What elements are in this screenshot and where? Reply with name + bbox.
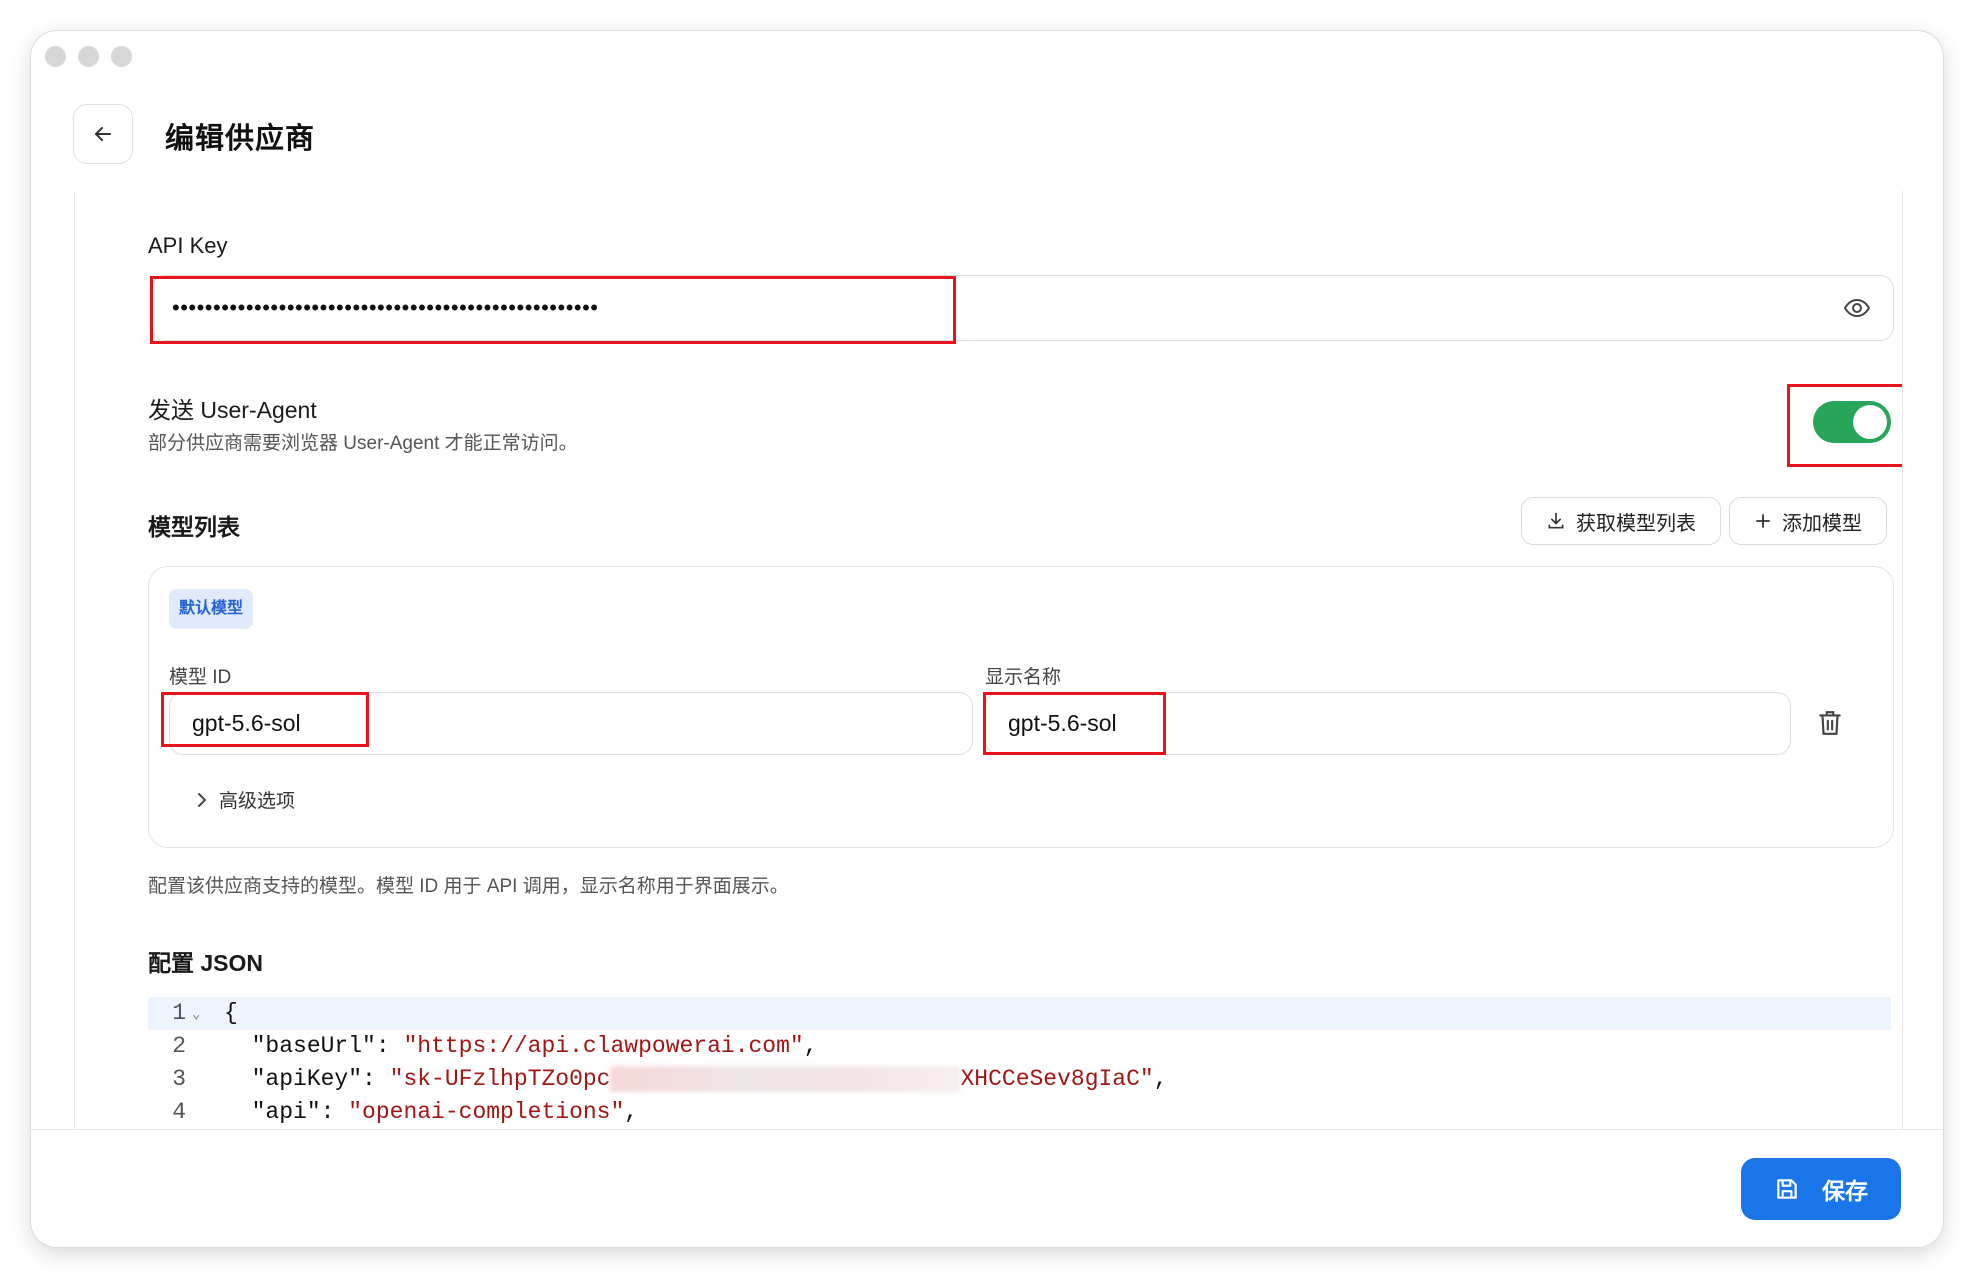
json-config-label: 配置 JSON [148,950,264,976]
trash-icon[interactable] [1817,709,1843,737]
user-agent-description: 部分供应商需要浏览器 User-Agent 才能正常访问。 [148,433,578,454]
redacted-blur [610,1065,961,1092]
close-window-button[interactable] [45,46,66,67]
back-button[interactable] [73,104,133,164]
api-key-highlight [150,276,956,344]
save-label: 保存 [1822,1178,1868,1204]
json-key: "apiKey" [251,1066,363,1092]
code-text: { [224,1000,238,1026]
json-punct: , [803,1033,818,1059]
page-title: 编辑供应商 [165,123,316,155]
zoom-window-button[interactable] [111,46,132,67]
app-window: 编辑供应商 API Key ••••••••••••••••••••••••••… [31,31,1943,1247]
json-punct: , [1153,1066,1168,1092]
window-controls [45,46,132,67]
plus-icon [1756,514,1770,528]
json-editor[interactable]: 1 ⌄ { 2 "baseUrl": "https://api.clawpowe… [148,997,1891,1129]
line-number: 3 [172,1066,186,1092]
json-punct: , [624,1099,639,1125]
line-number: 2 [172,1033,186,1059]
model-card: 默认模型 模型 ID 显示名称 gpt-5.6-sol gpt-5.6-sol … [148,566,1894,848]
display-name-highlight [983,692,1166,755]
user-agent-label: 发送 User-Agent [148,397,317,423]
json-string: "https://api.clawpowerai.com" [403,1033,804,1059]
model-id-highlight [161,692,369,747]
json-key: "baseUrl" [251,1033,376,1059]
minimize-window-button[interactable] [78,46,99,67]
default-model-badge: 默认模型 [169,589,254,629]
code-line: 1 ⌄ { [148,997,1891,1030]
models-help-text: 配置该供应商支持的模型。模型 ID 用于 API 调用，显示名称用于界面展示。 [148,876,789,897]
json-string: "openai-completions" [348,1099,625,1125]
models-label: 模型列表 [148,514,240,540]
footer-bar: 保存 [31,1129,1943,1247]
advanced-options-label: 高级选项 [219,791,296,812]
add-model-label: 添加模型 [1782,512,1862,535]
code-line: 2 "baseUrl": "https://api.clawpowerai.co… [148,1030,1891,1063]
fold-chevron-icon[interactable]: ⌄ [192,999,200,1032]
save-button[interactable]: 保存 [1741,1158,1901,1220]
toggle-highlight [1787,384,1902,467]
form-content: API Key ••••••••••••••••••••••••••••••••… [74,191,1903,1129]
json-string: XHCCeSev8gIaC" [960,1066,1154,1092]
chevron-right-icon [198,792,207,807]
code-line: 4 "api": "openai-completions", [148,1096,1891,1129]
json-key: "api" [251,1099,321,1125]
add-model-button[interactable]: 添加模型 [1729,497,1887,545]
download-icon [1548,512,1564,529]
eye-icon[interactable] [1843,297,1871,319]
model-id-label: 模型 ID [169,667,232,688]
arrow-left-icon [95,127,111,141]
display-name-label: 显示名称 [985,667,1062,688]
save-icon [1777,1179,1797,1199]
json-string: "sk-UFzlhpTZo0pc [389,1066,611,1092]
advanced-options-toggle[interactable]: 高级选项 [195,786,295,813]
line-number: 4 [172,1099,186,1125]
fetch-models-button[interactable]: 获取模型列表 [1521,497,1721,545]
code-line: 3 "apiKey": "sk-UFzlhpTZo0pc XHCCeSev8gIa… [148,1063,1891,1096]
fetch-models-label: 获取模型列表 [1576,512,1696,535]
api-key-label: API Key [148,233,228,258]
line-number: 1 [172,1000,186,1026]
